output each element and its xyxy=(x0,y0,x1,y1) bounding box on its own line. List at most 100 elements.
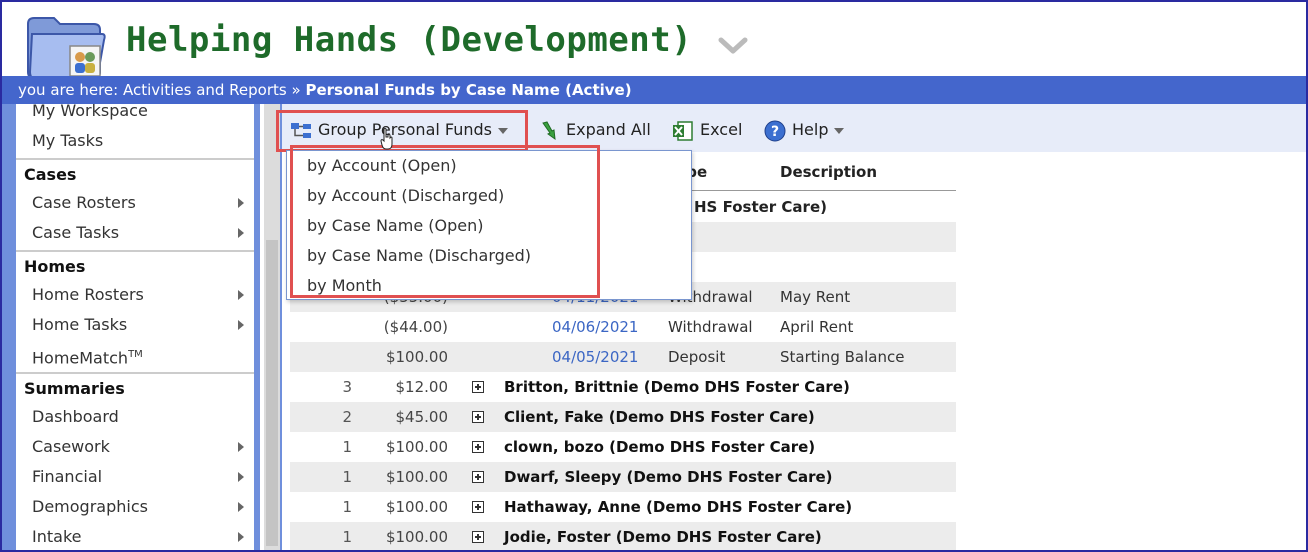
sidebar-item-case-tasks[interactable]: Case Tasks xyxy=(16,218,254,248)
count-cell: 1 xyxy=(342,528,352,546)
table-group-row[interactable]: 1 $100.00 Hathaway, Anne (Demo DHS Foste… xyxy=(290,492,956,522)
chevron-right-icon xyxy=(238,198,244,208)
case-name: Dwarf, Sleepy (Demo DHS Foster Care) xyxy=(504,468,833,486)
sidebar-item-label: Dashboard xyxy=(32,407,119,426)
breadcrumb: you are here: Activities and Reports » P… xyxy=(2,76,1306,104)
chevron-down-icon[interactable] xyxy=(718,36,748,56)
sidebar-menu: My Workspace My Tasks Cases Case Rosters… xyxy=(16,104,254,550)
sidebar-item-label: Financial xyxy=(32,467,103,486)
date-link[interactable]: 04/06/2021 xyxy=(552,312,638,342)
caret-down-icon xyxy=(834,127,845,134)
sidebar-item-label: My Tasks xyxy=(32,131,104,150)
help-button[interactable]: ? Help xyxy=(764,118,845,142)
expand-plus-icon[interactable] xyxy=(472,381,484,393)
sidebar-item-casework[interactable]: Casework xyxy=(16,432,254,462)
table-group-row[interactable]: 1 $100.00 Dwarf, Sleepy (Demo DHS Foster… xyxy=(290,462,956,492)
sidebar-item-label: Casework xyxy=(32,437,110,456)
chevron-right-icon xyxy=(238,502,244,512)
count-cell: 2 xyxy=(342,408,352,426)
amount-cell: $100.00 xyxy=(385,348,448,366)
chevron-right-icon xyxy=(238,228,244,238)
folder-logo-icon xyxy=(27,17,106,79)
expand-plus-icon[interactable] xyxy=(472,471,484,483)
chevron-right-icon xyxy=(238,442,244,452)
sidebar-item-label: HomeMatch xyxy=(32,348,129,368)
breadcrumb-current: Personal Funds by Case Name (Active) xyxy=(305,81,632,99)
expand-arrow-icon xyxy=(542,120,556,140)
chevron-right-icon xyxy=(238,320,244,330)
description-cell: April Rent xyxy=(780,318,854,336)
excel-export-button[interactable]: Excel xyxy=(672,118,742,142)
table-row: ($44.00) 04/06/2021 Withdrawal April Ren… xyxy=(290,312,956,342)
sidebar-item-label: Home Tasks xyxy=(32,315,128,334)
column-header-description[interactable]: Description xyxy=(780,152,877,192)
count-cell: 1 xyxy=(342,438,352,456)
sidebar: My Workspace My Tasks Cases Case Rosters… xyxy=(2,104,260,550)
chevron-right-icon xyxy=(238,290,244,300)
count-cell: 1 xyxy=(342,498,352,516)
app-window: Helping Hands (Development) you are here… xyxy=(0,0,1308,552)
sidebar-item-financial[interactable]: Financial xyxy=(16,462,254,492)
breadcrumb-prefix: you are here: xyxy=(18,81,119,99)
count-cell: 1 xyxy=(342,468,352,486)
help-label: Help xyxy=(792,120,829,139)
amount-cell: $100.00 xyxy=(385,438,448,456)
type-cell: Deposit xyxy=(668,348,726,366)
sidebar-item-home-rosters[interactable]: Home Rosters xyxy=(16,280,254,310)
expand-plus-icon[interactable] xyxy=(472,441,484,453)
sidebar-item-dashboard[interactable]: Dashboard xyxy=(16,402,254,432)
group-name-fragment: HS Foster Care) xyxy=(694,198,827,216)
description-cell: May Rent xyxy=(780,288,851,306)
case-name: Jodie, Foster (Demo DHS Foster Care) xyxy=(504,528,822,546)
excel-icon xyxy=(673,120,693,141)
amount-cell: $45.00 xyxy=(395,408,449,426)
excel-label: Excel xyxy=(700,120,743,139)
expand-plus-icon[interactable] xyxy=(472,531,484,543)
amount-cell: $100.00 xyxy=(385,528,448,546)
sidebar-item-label: Demographics xyxy=(32,497,148,516)
amount-cell: $100.00 xyxy=(385,498,448,516)
table-group-row[interactable]: 2 $45.00 Client, Fake (Demo DHS Foster C… xyxy=(290,402,956,432)
amount-cell: $100.00 xyxy=(385,468,448,486)
case-name: Client, Fake (Demo DHS Foster Care) xyxy=(504,408,815,426)
sidebar-item-home-tasks[interactable]: Home Tasks xyxy=(16,310,254,340)
type-cell: Withdrawal xyxy=(668,318,753,336)
hand-cursor-icon xyxy=(380,128,393,150)
count-cell: 3 xyxy=(342,378,352,396)
sidebar-heading-cases: Cases xyxy=(16,158,254,188)
sidebar-item-demographics[interactable]: Demographics xyxy=(16,492,254,522)
chevron-right-icon xyxy=(238,472,244,482)
svg-text:?: ? xyxy=(771,124,779,140)
sidebar-item-homematch[interactable]: HomeMatchTM xyxy=(16,340,254,370)
sidebar-item-label: Case Rosters xyxy=(32,193,136,212)
table-group-row[interactable]: 1 $100.00 clown, bozo (Demo DHS Foster C… xyxy=(290,432,956,462)
table-row: $100.00 04/05/2021 Deposit Starting Bala… xyxy=(290,342,956,372)
sidebar-item-case-rosters[interactable]: Case Rosters xyxy=(16,188,254,218)
sidebar-item-label: Home Rosters xyxy=(32,285,144,304)
sidebar-item-intake[interactable]: Intake xyxy=(16,522,254,550)
case-name: clown, bozo (Demo DHS Foster Care) xyxy=(504,438,816,456)
sidebar-item-label: Intake xyxy=(32,527,82,546)
scrollbar-thumb[interactable] xyxy=(266,240,278,546)
table-group-row[interactable]: 3 $12.00 Britton, Brittnie (Demo DHS Fos… xyxy=(290,372,956,402)
expand-plus-icon[interactable] xyxy=(472,501,484,513)
sidebar-heading-homes: Homes xyxy=(16,250,254,280)
sidebar-item-my-workspace[interactable]: My Workspace xyxy=(16,104,254,126)
app-header: Helping Hands (Development) xyxy=(2,2,1306,79)
description-cell: Starting Balance xyxy=(780,348,905,366)
sidebar-item-label: Case Tasks xyxy=(32,223,120,242)
sidebar-heading-summaries: Summaries xyxy=(16,372,254,402)
dropdown-highlight xyxy=(290,145,600,298)
amount-cell: ($44.00) xyxy=(383,318,448,336)
date-link[interactable]: 04/05/2021 xyxy=(552,342,638,372)
table-group-row[interactable]: 1 $100.00 Jodie, Foster (Demo DHS Foster… xyxy=(290,522,956,550)
sidebar-scrollbar[interactable] xyxy=(264,104,280,550)
app-title: Helping Hands (Development) xyxy=(126,20,693,60)
chevron-right-icon xyxy=(238,532,244,542)
expand-plus-icon[interactable] xyxy=(472,411,484,423)
help-icon: ? xyxy=(764,120,786,141)
expand-all-button[interactable]: Expand All xyxy=(540,118,651,142)
case-name: Britton, Brittnie (Demo DHS Foster Care) xyxy=(504,378,850,396)
breadcrumb-link-activities[interactable]: Activities and Reports xyxy=(123,81,287,99)
sidebar-item-my-tasks[interactable]: My Tasks xyxy=(16,126,254,156)
